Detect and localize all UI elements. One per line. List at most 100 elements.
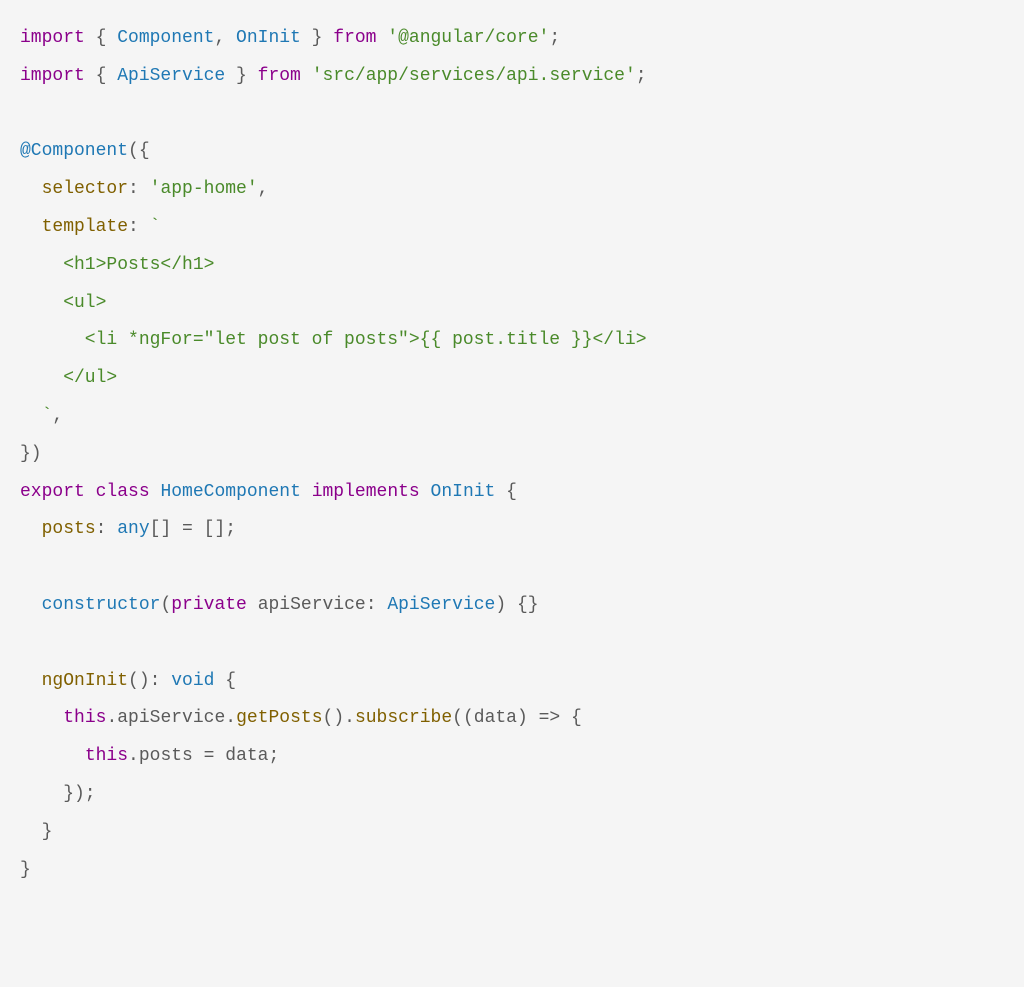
equals: = [171,519,203,539]
keyword-from: from [258,66,301,86]
brace: { [85,66,117,86]
comma: , [258,179,269,199]
line-16: constructor(private apiService: ApiServi… [20,595,539,615]
line-12-close: }) [20,444,42,464]
brace: { [506,482,517,502]
indent [20,179,42,199]
line-7-template-h1: <h1>Posts</h1> [20,255,214,275]
space [301,482,312,502]
keyword-this: this [85,746,128,766]
comma: , [52,406,63,426]
keyword-import: import [20,28,85,48]
paren: ) [517,708,528,728]
string-selector-val: 'app-home' [150,179,258,199]
var-apiservice: apiService [258,595,366,615]
line-19: this.apiService.getPosts().subscribe((da… [20,708,582,728]
prop-selector: selector [42,179,128,199]
indent [20,671,42,691]
space [301,66,312,86]
decorator-component: @Component [20,141,128,161]
ident-homecomponent: HomeComponent [160,482,300,502]
string-api-service-path: 'src/app/services/api.service' [312,66,636,86]
space [150,482,161,502]
brace: { [225,671,236,691]
colon: : [150,671,172,691]
space [214,671,225,691]
ident-oninit: OnInit [236,28,301,48]
line-13: export class HomeComponent implements On… [20,482,517,502]
brace: } [301,28,333,48]
parens: (( [452,708,474,728]
indent [20,519,42,539]
line-14: posts: any[] = []; [20,519,236,539]
indent [20,746,85,766]
type-any: any [117,519,149,539]
indent [20,708,63,728]
keyword-private: private [171,595,247,615]
backtick: ` [42,406,53,426]
line-5: selector: 'app-home', [20,179,268,199]
ident-apiservice: ApiService [117,66,225,86]
prop-apiservice: apiService [117,708,225,728]
keyword-export: export [20,482,85,502]
indent [20,595,42,615]
comma: , [214,28,236,48]
space [560,708,571,728]
line-20: this.posts = data; [20,746,279,766]
paren: ( [160,595,171,615]
colon: : [128,179,150,199]
keyword-import: import [20,66,85,86]
semicolon: ; [268,746,279,766]
semicolon: ; [636,66,647,86]
colon: : [128,217,150,237]
semicolon: ; [549,28,560,48]
brace: } [225,66,257,86]
parens: () [323,708,345,728]
dot: . [128,746,139,766]
prop-posts: posts [139,746,193,766]
indent [20,217,42,237]
line-8-template-ul: <ul> [20,293,106,313]
ident-component: Component [117,28,214,48]
var-data: data [225,746,268,766]
line-4: @Component({ [20,141,150,161]
line-18: ngOnInit(): void { [20,671,236,691]
dot: . [106,708,117,728]
string-angular-core: '@angular/core' [387,28,549,48]
space [528,708,539,728]
line-11: `, [20,406,63,426]
backtick: ` [150,217,161,237]
prop-posts: posts [42,519,96,539]
line-10-template-ul-close: </ul> [20,368,117,388]
brackets: [] [150,519,172,539]
type-void: void [171,671,214,691]
keyword-implements: implements [312,482,420,502]
colon: : [366,595,388,615]
line-1: import { Component, OnInit } from '@angu… [20,28,560,48]
fn-subscribe: subscribe [355,708,452,728]
keyword-class: class [96,482,150,502]
param-data: data [474,708,517,728]
arrow: => [539,708,561,728]
line-21: }); [20,784,96,804]
line-6: template: ` [20,217,160,237]
dot: . [344,708,355,728]
type-apiservice: ApiService [387,595,495,615]
method-ngoninit: ngOnInit [42,671,128,691]
fn-getposts: getPosts [236,708,322,728]
keyword-this: this [63,708,106,728]
line-23: } [20,860,31,880]
paren-braces: ) {} [495,595,538,615]
line-2: import { ApiService } from 'src/app/serv… [20,66,647,86]
space [85,482,96,502]
dot: . [225,708,236,728]
line-22: } [20,822,52,842]
equals: = [193,746,225,766]
keyword-constructor: constructor [42,595,161,615]
paren-brace: ({ [128,141,150,161]
semicolon: ; [225,519,236,539]
colon: : [96,519,118,539]
brace: { [571,708,582,728]
space [376,28,387,48]
empty-array: [] [204,519,226,539]
